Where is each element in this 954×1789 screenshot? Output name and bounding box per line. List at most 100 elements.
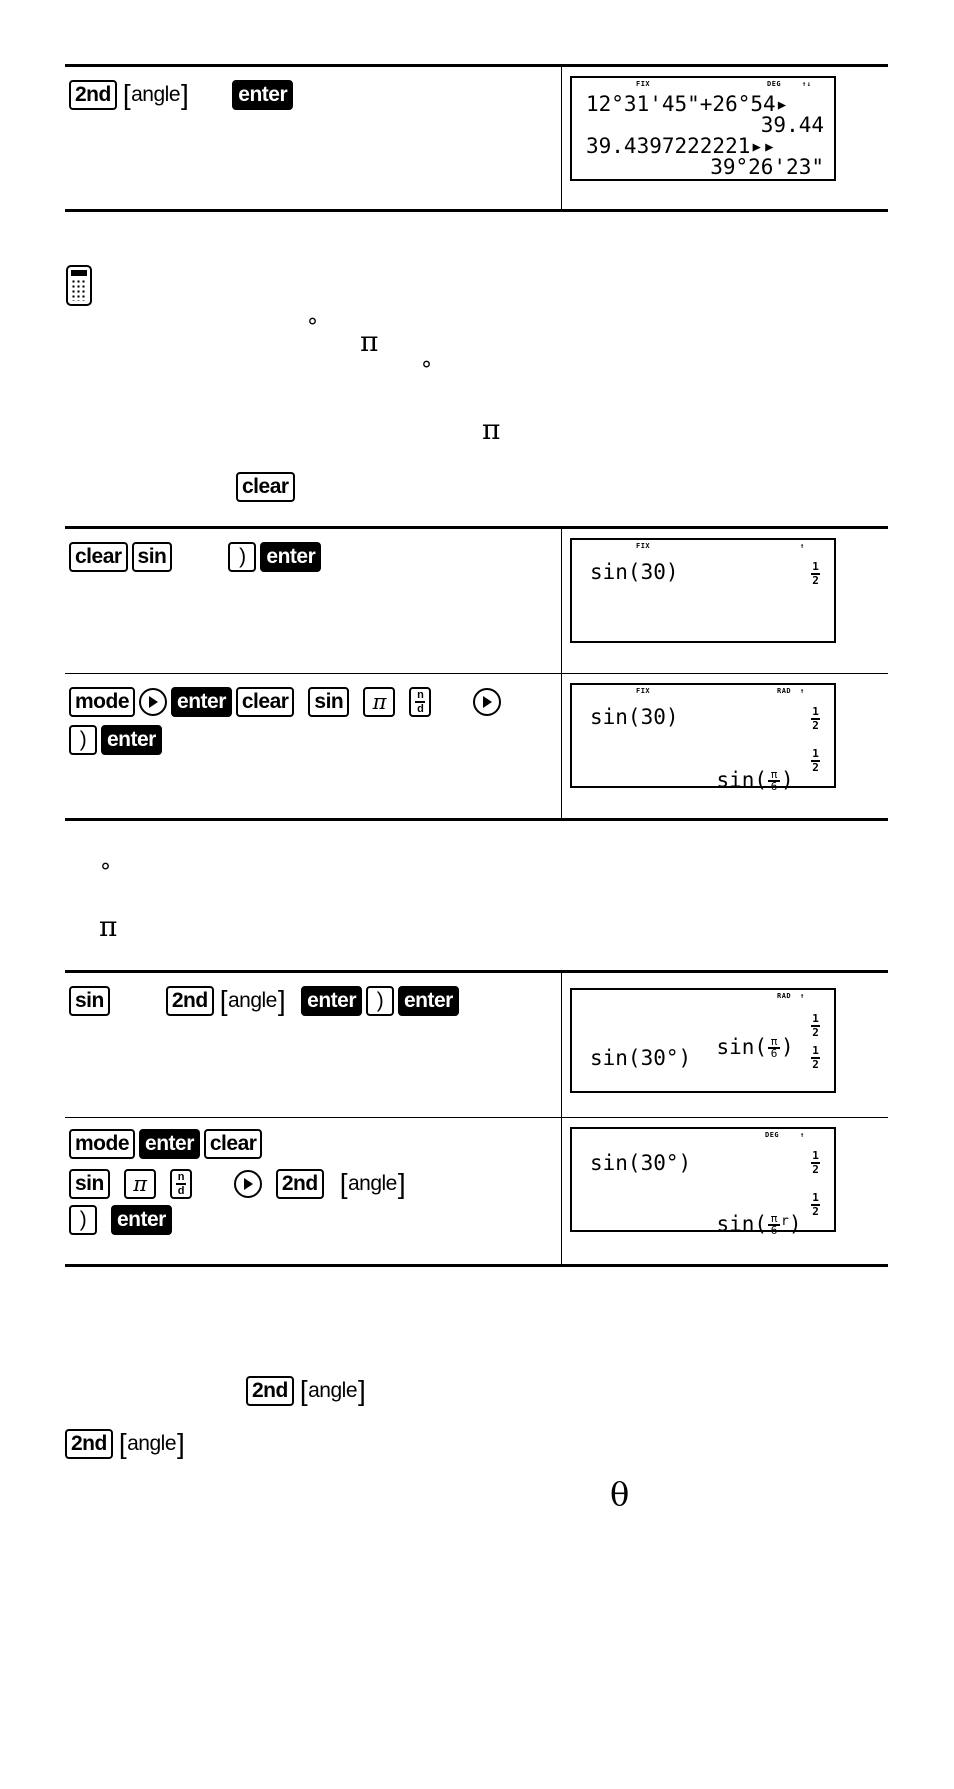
- key-n-over-d[interactable]: nd: [169, 1169, 192, 1199]
- calculator-screen: DEG ↑ sin(30°) 12 sin(π 6 r) 12: [570, 1127, 836, 1236]
- theta-symbol: θ: [610, 1475, 630, 1513]
- right-arrow-icon[interactable]: [139, 688, 168, 716]
- key-enter[interactable]: enter: [398, 986, 459, 1016]
- key-pi[interactable]: π: [123, 1169, 156, 1199]
- denominator: 2: [812, 719, 819, 732]
- denominator: 2: [812, 1163, 819, 1176]
- numerator: 1: [812, 747, 819, 760]
- scroll-indicator: ↑: [800, 542, 805, 550]
- calculator-screen: FIX RAD ↑ sin(30) 12 sin(π 6) 12: [570, 683, 836, 792]
- table-row: mode enter clear sin π nd 2nd angle ): [65, 1118, 888, 1264]
- key-close-paren[interactable]: ): [69, 1205, 97, 1235]
- numerator: n: [417, 689, 424, 702]
- keystroke-cell: 2nd angle enter: [65, 67, 562, 209]
- screen-cell: FIX ↑ sin(30) 12: [562, 529, 888, 673]
- result-fraction: 12: [811, 1191, 820, 1218]
- key-mode[interactable]: mode: [69, 687, 136, 717]
- screen-line: sin(π 6): [590, 749, 824, 813]
- key-enter[interactable]: enter: [139, 1129, 200, 1159]
- calculator-screen: FIX ↑ sin(30) 12: [570, 538, 836, 643]
- expr-prefix: sin(: [716, 768, 768, 792]
- key-sin[interactable]: sin: [308, 687, 350, 717]
- screen-line: sin(30): [590, 560, 679, 584]
- key-clear[interactable]: clear: [203, 1129, 263, 1159]
- key-clear[interactable]: clear: [235, 687, 295, 717]
- key-2nd[interactable]: 2nd: [275, 1169, 324, 1199]
- keystroke-table-3: sin 2nd angle enter ) enter RAD ↑ sin(π6…: [65, 970, 888, 1267]
- screen-line: 39.4397222221▸▸: [586, 134, 776, 158]
- pi-symbol: π: [482, 413, 501, 446]
- screen-line: sin(30): [590, 705, 679, 729]
- fix-indicator: FIX: [636, 80, 651, 88]
- denominator: 2: [812, 1205, 819, 1218]
- key-clear[interactable]: clear: [69, 542, 128, 572]
- expr-prefix: sin(: [716, 1212, 768, 1236]
- keystroke-cell: mode enter clear sin π nd 2nd angle ): [65, 1118, 562, 1264]
- table-row: sin 2nd angle enter ) enter RAD ↑ sin(π6…: [65, 973, 888, 1118]
- numerator: 1: [812, 1149, 819, 1162]
- key-sin[interactable]: sin: [131, 542, 173, 572]
- key-mode[interactable]: mode: [69, 1129, 136, 1159]
- result-fraction: 12: [811, 747, 820, 774]
- key-angle[interactable]: angle: [337, 1169, 408, 1199]
- expr-suffix: ): [788, 1212, 802, 1236]
- mode-indicator: DEG: [767, 80, 782, 88]
- denominator: 6: [770, 779, 778, 793]
- mode-indicator: RAD: [777, 992, 792, 1000]
- key-clear[interactable]: clear: [236, 472, 295, 502]
- inline-keys: 2nd angle: [65, 1426, 187, 1462]
- denominator: 2: [812, 1026, 819, 1039]
- key-close-paren[interactable]: ): [366, 986, 394, 1016]
- fix-indicator: FIX: [636, 687, 651, 695]
- screen-cell: DEG ↑ sin(30°) 12 sin(π 6 r) 12: [562, 1118, 888, 1264]
- key-enter[interactable]: enter: [301, 986, 362, 1016]
- screen-line: sin(30°): [590, 1046, 692, 1070]
- key-close-paren[interactable]: ): [69, 725, 97, 755]
- denominator: 6: [770, 1223, 778, 1237]
- key-angle[interactable]: angle: [217, 986, 288, 1016]
- key-enter[interactable]: enter: [232, 80, 294, 110]
- key-2nd[interactable]: 2nd: [69, 80, 117, 110]
- degree-symbol: °: [307, 315, 318, 340]
- inline-keys: 2nd angle: [246, 1373, 368, 1409]
- right-arrow-icon[interactable]: [473, 688, 502, 716]
- key-2nd[interactable]: 2nd: [65, 1429, 113, 1459]
- key-angle[interactable]: angle: [120, 80, 191, 110]
- keystroke-table-2: clear sin ) enter FIX ↑ sin(30) 12 mode: [65, 526, 888, 821]
- denominator: 2: [812, 1058, 819, 1071]
- right-arrow-icon[interactable]: [233, 1170, 262, 1198]
- key-2nd[interactable]: 2nd: [165, 986, 214, 1016]
- numerator: π: [770, 1035, 778, 1049]
- denominator: 2: [812, 761, 819, 774]
- key-pi[interactable]: π: [363, 687, 396, 717]
- pi-over-6: π6: [768, 769, 781, 793]
- calculator-screen: RAD ↑ sin(π 6) 12 sin(30°) 12: [570, 988, 836, 1093]
- key-sin[interactable]: sin: [69, 1169, 110, 1199]
- scroll-indicator: ↑↓: [802, 80, 812, 88]
- numerator: 1: [812, 1012, 819, 1025]
- table-row: 2nd angle enter FIX DEG ↑↓ 12°31'45"+26°…: [65, 67, 888, 209]
- key-enter[interactable]: enter: [260, 542, 322, 572]
- key-2nd[interactable]: 2nd: [246, 1376, 294, 1406]
- screen-cell: RAD ↑ sin(π 6) 12 sin(30°) 12: [562, 973, 888, 1117]
- keystroke-cell: mode enter clear sin π nd ) enter: [65, 674, 562, 818]
- mode-indicator: DEG: [765, 1131, 780, 1139]
- key-enter[interactable]: enter: [171, 687, 232, 717]
- calculator-icon: [66, 265, 92, 306]
- keystroke-cell: sin 2nd angle enter ) enter: [65, 973, 562, 1117]
- key-enter[interactable]: enter: [101, 725, 162, 755]
- table-row: clear sin ) enter FIX ↑ sin(30) 12: [65, 529, 888, 674]
- numerator: 1: [812, 1044, 819, 1057]
- denominator: d: [177, 1184, 185, 1197]
- keystroke-table-1: 2nd angle enter FIX DEG ↑↓ 12°31'45"+26°…: [65, 64, 888, 212]
- key-close-paren[interactable]: ): [228, 542, 257, 572]
- numerator: 1: [812, 1191, 819, 1204]
- key-angle[interactable]: angle: [297, 1376, 368, 1406]
- key-sin[interactable]: sin: [69, 986, 110, 1016]
- key-n-over-d[interactable]: nd: [409, 687, 432, 717]
- screen-cell: FIX RAD ↑ sin(30) 12 sin(π 6) 12: [562, 674, 888, 818]
- key-angle[interactable]: angle: [116, 1429, 187, 1459]
- key-enter[interactable]: enter: [111, 1205, 172, 1235]
- pi-over-6: π6: [768, 1213, 781, 1237]
- screen-line: sin(π 6 r): [590, 1193, 824, 1257]
